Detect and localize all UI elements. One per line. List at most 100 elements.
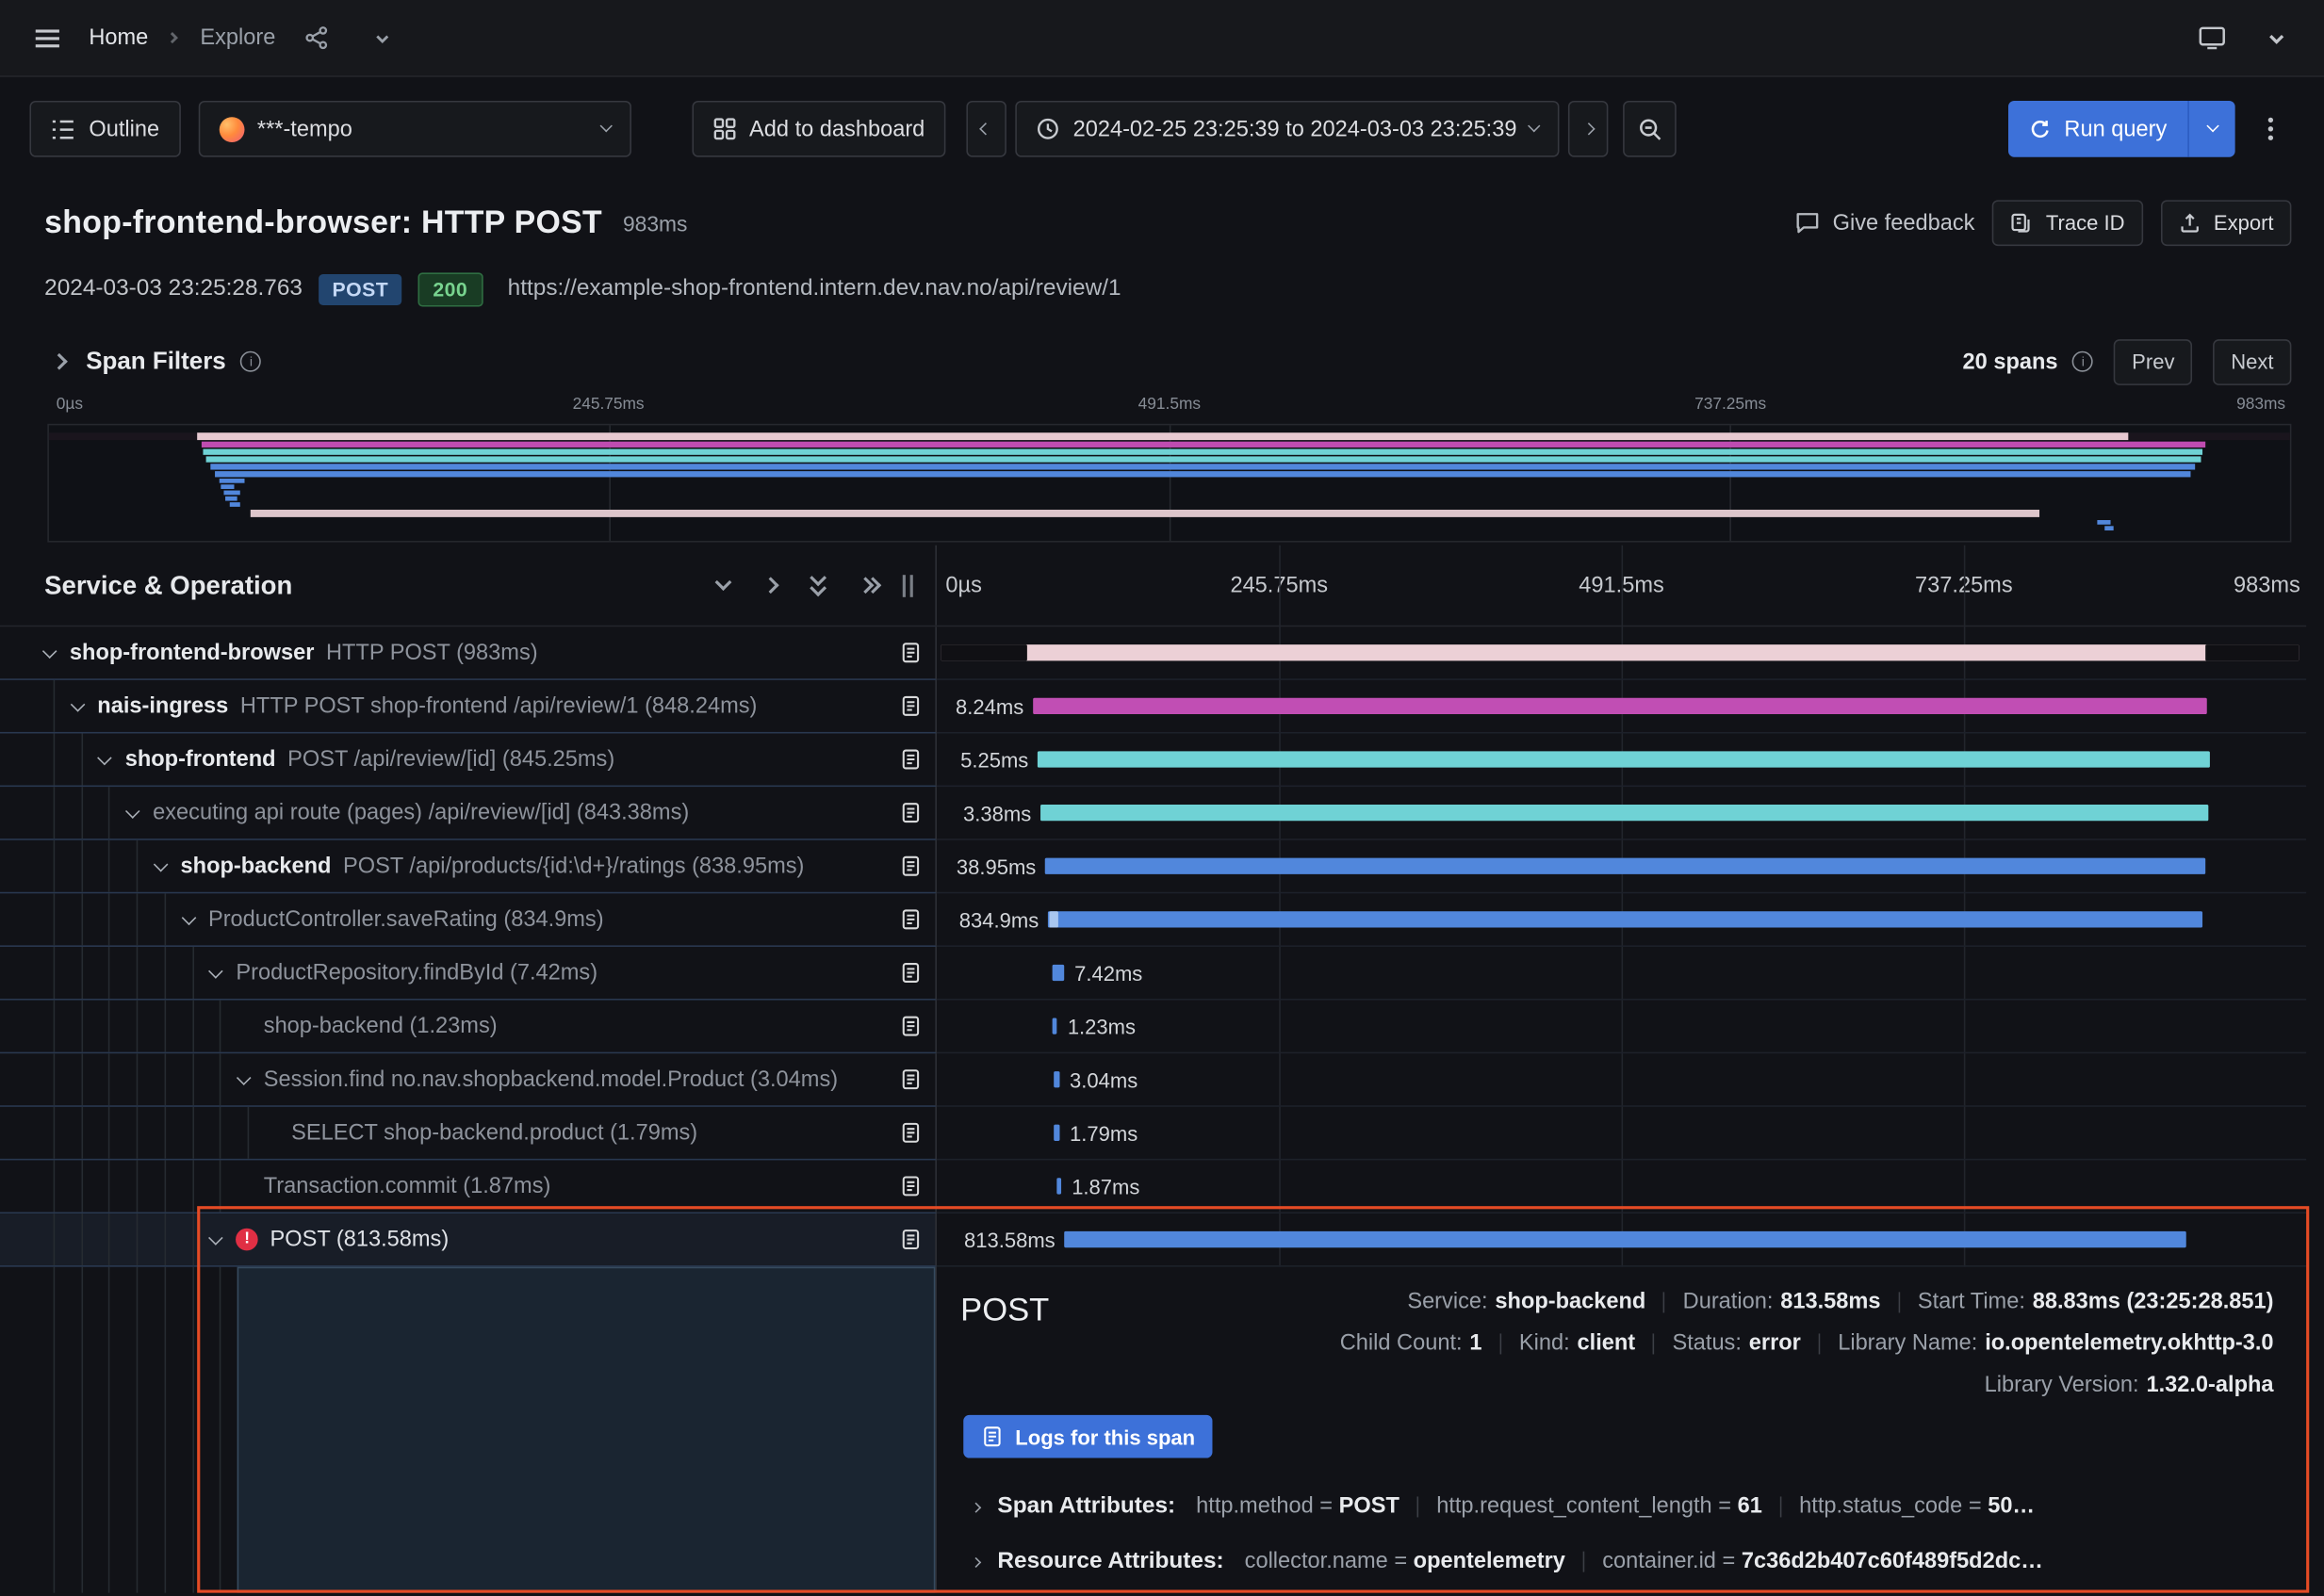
span-bar[interactable] <box>1052 965 1064 981</box>
export-button[interactable]: Export <box>2160 200 2291 246</box>
span-row[interactable]: shop-backend (1.23ms)1.23ms <box>0 1001 2306 1054</box>
span-bar[interactable] <box>1056 1178 1061 1194</box>
span-row[interactable]: shop-frontendPOST /api/review/[id] (845.… <box>0 733 2306 787</box>
log-icon[interactable] <box>893 1116 926 1149</box>
span-row[interactable]: ProductController.saveRating (834.9ms)83… <box>0 893 2306 947</box>
outline-button[interactable]: Outline <box>29 101 180 157</box>
span-row[interactable]: Session.find no.nav.shopbackend.model.Pr… <box>0 1053 2306 1107</box>
row-chevron-down-icon[interactable] <box>42 643 57 659</box>
span-row[interactable]: ProductRepository.findById (7.42ms)7.42m… <box>0 947 2306 1001</box>
span-name-cell[interactable]: shop-frontendPOST /api/review/[id] (845.… <box>0 733 937 787</box>
span-bar-cell[interactable] <box>937 627 2306 680</box>
log-icon[interactable] <box>893 636 926 669</box>
share-icon[interactable] <box>293 14 340 61</box>
row-chevron-down-icon[interactable] <box>208 963 223 978</box>
datasource-picker[interactable]: ***-tempo <box>198 101 630 157</box>
span-name-cell[interactable]: executing api route (pages) /api/review/… <box>0 787 937 840</box>
span-bar[interactable] <box>941 644 2299 660</box>
span-bar[interactable] <box>1038 751 2210 767</box>
run-query-button[interactable]: Run query <box>2008 101 2188 157</box>
expand-all-icon[interactable] <box>859 579 878 592</box>
span-row[interactable]: SELECT shop-backend.product (1.79ms)1.79… <box>0 1107 2306 1161</box>
breadcrumb-explore[interactable]: Explore <box>200 25 275 51</box>
minimap-canvas[interactable] <box>47 424 2291 543</box>
span-bar-cell[interactable]: 1.87ms <box>937 1160 2306 1213</box>
span-bar[interactable] <box>1064 1231 2185 1247</box>
span-name-cell[interactable]: shop-frontend-browserHTTP POST (983ms) <box>0 627 937 680</box>
logs-for-span-button[interactable]: Logs for this span <box>963 1415 1213 1458</box>
collapse-all-icon[interactable] <box>812 578 825 594</box>
attributes-section-label[interactable]: Span Attributes: <box>997 1493 1175 1520</box>
trace-id-button[interactable]: Trace ID <box>1992 200 2142 246</box>
row-chevron-down-icon[interactable] <box>208 1230 223 1245</box>
span-bar[interactable] <box>1053 1071 1059 1087</box>
attributes-expand-icon[interactable] <box>973 1556 981 1567</box>
span-bar[interactable] <box>1045 858 2205 874</box>
log-icon[interactable] <box>893 1063 926 1096</box>
topnav-collapse-chevron-icon[interactable] <box>2253 14 2300 61</box>
run-query-dropdown-button[interactable] <box>2187 101 2234 157</box>
log-icon[interactable] <box>893 743 926 776</box>
span-row[interactable]: !POST (813.58ms)813.58ms <box>0 1213 2306 1267</box>
span-bar-cell[interactable]: 5.25ms <box>937 733 2306 787</box>
row-chevron-down-icon[interactable] <box>98 750 113 765</box>
span-bar-cell[interactable]: 8.24ms <box>937 680 2306 734</box>
span-name-cell[interactable]: shop-backend (1.23ms) <box>0 1001 937 1054</box>
row-chevron-down-icon[interactable] <box>125 803 140 818</box>
span-row[interactable]: Transaction.commit (1.87ms)1.87ms <box>0 1160 2306 1213</box>
span-bar[interactable] <box>1055 1125 1059 1141</box>
time-shift-forward-button[interactable] <box>1569 101 1609 157</box>
span-row[interactable]: shop-frontend-browserHTTP POST (983ms) <box>0 627 2306 680</box>
span-bar[interactable] <box>1053 1018 1057 1034</box>
add-to-dashboard-button[interactable]: Add to dashboard <box>692 101 946 157</box>
span-name-cell[interactable]: Session.find no.nav.shopbackend.model.Pr… <box>0 1053 937 1107</box>
time-shift-back-button[interactable] <box>966 101 1006 157</box>
log-icon[interactable] <box>893 796 926 829</box>
log-icon[interactable] <box>893 904 926 936</box>
next-span-button[interactable]: Next <box>2213 338 2291 384</box>
kiosk-monitor-icon[interactable] <box>2187 14 2234 61</box>
span-row[interactable]: nais-ingressHTTP POST shop-frontend /api… <box>0 680 2306 734</box>
column-resize-handle[interactable] <box>903 574 906 596</box>
collapse-one-icon[interactable] <box>715 574 732 591</box>
span-bar[interactable] <box>1048 911 2202 927</box>
span-bar[interactable] <box>1033 698 2208 714</box>
breadcrumb-home[interactable]: Home <box>89 25 148 51</box>
span-name-cell[interactable]: shop-backendPOST /api/products/{id:\d+}/… <box>0 840 937 894</box>
explore-menu-chevron-icon[interactable] <box>358 14 405 61</box>
span-name-cell[interactable]: ProductController.saveRating (834.9ms) <box>0 893 937 947</box>
log-icon[interactable] <box>893 850 926 883</box>
span-filters-chevron-icon[interactable] <box>51 353 68 370</box>
zoom-out-button[interactable] <box>1624 101 1678 157</box>
span-bar-cell[interactable]: 1.79ms <box>937 1107 2306 1161</box>
log-icon[interactable] <box>893 956 926 989</box>
span-bar[interactable] <box>1040 805 2209 821</box>
span-name-cell[interactable]: nais-ingressHTTP POST shop-frontend /api… <box>0 680 937 734</box>
span-bar-cell[interactable]: 3.38ms <box>937 787 2306 840</box>
row-chevron-down-icon[interactable] <box>181 910 196 925</box>
give-feedback-button[interactable]: Give feedback <box>1795 210 1974 236</box>
span-filters-label[interactable]: Span Filters <box>86 348 226 376</box>
prev-span-button[interactable]: Prev <box>2114 338 2192 384</box>
row-chevron-down-icon[interactable] <box>154 856 169 871</box>
span-name-cell[interactable]: ProductRepository.findById (7.42ms) <box>0 947 937 1001</box>
span-bar-cell[interactable]: 834.9ms <box>937 893 2306 947</box>
span-bar-cell[interactable]: 7.42ms <box>937 947 2306 1001</box>
span-name-cell[interactable]: !POST (813.58ms) <box>0 1213 937 1267</box>
row-chevron-down-icon[interactable] <box>237 1070 252 1085</box>
kebab-menu-icon[interactable] <box>2247 106 2294 153</box>
attributes-section-label[interactable]: Resource Attributes: <box>997 1548 1223 1574</box>
span-bar-cell[interactable]: 3.04ms <box>937 1053 2306 1107</box>
span-bar-cell[interactable]: 1.23ms <box>937 1001 2306 1054</box>
span-row[interactable]: executing api route (pages) /api/review/… <box>0 787 2306 840</box>
log-icon[interactable] <box>893 690 926 723</box>
row-chevron-down-icon[interactable] <box>70 696 85 711</box>
log-icon[interactable] <box>893 1223 926 1256</box>
span-row[interactable]: shop-backendPOST /api/products/{id:\d+}/… <box>0 840 2306 894</box>
expand-one-icon[interactable] <box>762 577 779 594</box>
log-icon[interactable] <box>893 1010 926 1043</box>
time-range-picker[interactable]: 2024-02-25 23:25:39 to 2024-03-03 23:25:… <box>1015 101 1560 157</box>
attributes-expand-icon[interactable] <box>973 1502 981 1512</box>
span-bar-cell[interactable]: 38.95ms <box>937 840 2306 894</box>
log-icon[interactable] <box>893 1170 926 1203</box>
